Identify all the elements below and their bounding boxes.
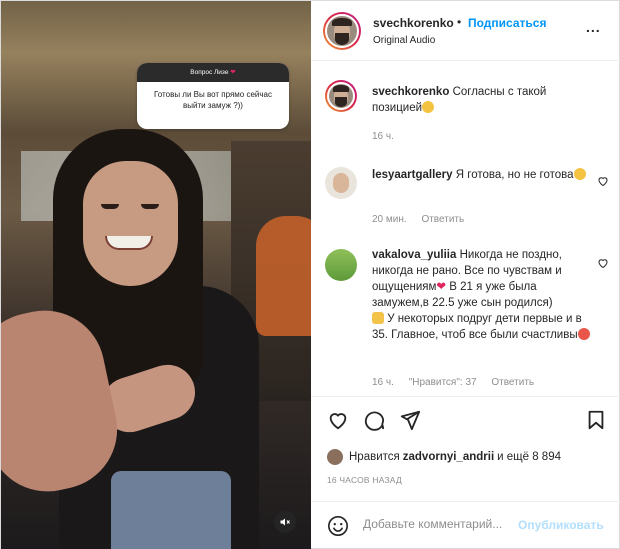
follow-button[interactable]: Подписаться	[468, 16, 546, 30]
post-video[interactable]: Вопрос Лизе ❤ Готовы ли Вы вот прямо сей…	[1, 1, 311, 549]
comment-time[interactable]: 16 ч.	[372, 377, 394, 388]
bookmark-icon[interactable]	[585, 409, 607, 431]
more-options-icon[interactable]: ...	[586, 19, 601, 35]
comment-likes[interactable]: "Нравится": 37	[409, 377, 477, 388]
woman-eye-right	[141, 204, 159, 209]
post-timestamp[interactable]: 16 ЧАСОВ НАЗАД	[327, 475, 402, 485]
header-separator: •	[457, 15, 462, 29]
instagram-post: Вопрос Лизе ❤ Готовы ли Вы вот прямо сей…	[0, 0, 620, 549]
folded-hands-emoji-icon	[372, 312, 384, 324]
speaker-muted-icon	[280, 518, 290, 526]
post-actions	[311, 396, 620, 440]
question-text: Готовы ли Вы вот прямо сейчас выйти заму…	[153, 90, 273, 110]
comment-avatar[interactable]	[325, 249, 357, 281]
share-icon[interactable]	[399, 409, 421, 431]
background-person	[256, 216, 311, 336]
avatar-hair	[333, 85, 349, 93]
audio-label[interactable]: Original Audio	[373, 35, 435, 46]
author-username[interactable]: svechkorenko	[373, 16, 454, 30]
avatar-art	[333, 173, 349, 193]
sound-off-icon[interactable]	[274, 511, 296, 533]
comment-body: Я готова, но не готова	[455, 169, 574, 181]
worried-face-emoji-icon	[422, 101, 435, 113]
caption-avatar-image	[327, 82, 355, 110]
comment-input[interactable]	[363, 517, 523, 531]
comment-time[interactable]: 20 мин.	[372, 214, 407, 225]
laughing-face-emoji-icon	[573, 168, 586, 180]
comment-body-3: У некоторых подруг дети первые и в 35. Г…	[372, 313, 582, 341]
avatar-hair	[332, 17, 352, 27]
comment-text: vakalova_yuliia Никогда не поздно, никог…	[372, 247, 590, 343]
publish-button[interactable]: Опубликовать	[518, 518, 604, 532]
comment-meta: 20 мин. Ответить	[372, 214, 476, 225]
comment-text: lesyaartgallery Я готова, но не готова	[372, 167, 590, 183]
caption-avatar[interactable]	[325, 80, 357, 112]
avatar-beard	[334, 32, 350, 45]
caption-meta: 16 ч.	[372, 131, 406, 142]
add-comment-bar: Опубликовать	[311, 501, 620, 549]
reply-button[interactable]: Ответить	[421, 214, 464, 225]
emoji-icon[interactable]	[327, 515, 349, 537]
red-heart-icon: ❤	[230, 69, 236, 76]
comment-username[interactable]: vakalova_yuliia	[372, 249, 456, 261]
heart-icon[interactable]	[327, 409, 349, 431]
story-question-card: Вопрос Лизе ❤ Готовы ли Вы вот прямо сей…	[137, 63, 289, 129]
avatar-beard	[335, 97, 347, 107]
woman-jeans	[111, 471, 231, 549]
comments-list[interactable]: svechkorenko Согласны с такой позицией 1…	[311, 62, 620, 395]
post-sidebar: svechkorenko • Подписаться Original Audi…	[311, 1, 620, 549]
question-title-text: Вопрос Лизе	[190, 69, 229, 76]
caption-text: svechkorenko Согласны с такой позицией	[372, 84, 590, 116]
question-title: Вопрос Лизе ❤	[137, 63, 289, 82]
like-comment-heart-icon[interactable]	[597, 257, 609, 269]
post-header: svechkorenko • Подписаться Original Audi…	[311, 1, 620, 61]
woman-eye-left	[101, 204, 119, 209]
red-heart-emoji-icon: ❤	[436, 281, 447, 293]
comment-meta: 16 ч. "Нравится": 37 Ответить	[372, 377, 546, 388]
caption-username[interactable]: svechkorenko	[372, 86, 449, 98]
likes-prefix: Нравится	[349, 451, 400, 463]
hugging-face-emoji-icon	[577, 328, 590, 340]
reply-button[interactable]: Ответить	[491, 377, 534, 388]
liker-avatar	[327, 449, 343, 465]
likes-summary[interactable]: Нравится zadvornyi_andrii и ещё 8 894	[327, 447, 561, 467]
liker-username[interactable]: zadvornyi_andrii	[403, 451, 494, 463]
woman-smile	[105, 236, 153, 250]
like-comment-heart-icon[interactable]	[597, 175, 609, 187]
caption-time[interactable]: 16 ч.	[372, 131, 394, 142]
woman-face	[83, 161, 178, 286]
comment-icon[interactable]	[363, 409, 385, 431]
author-avatar[interactable]	[323, 12, 361, 50]
author-avatar-image	[325, 14, 359, 48]
likes-count[interactable]: и ещё 8 894	[497, 451, 561, 463]
comment-username[interactable]: lesyaartgallery	[372, 169, 453, 181]
comment-avatar[interactable]	[325, 167, 357, 199]
